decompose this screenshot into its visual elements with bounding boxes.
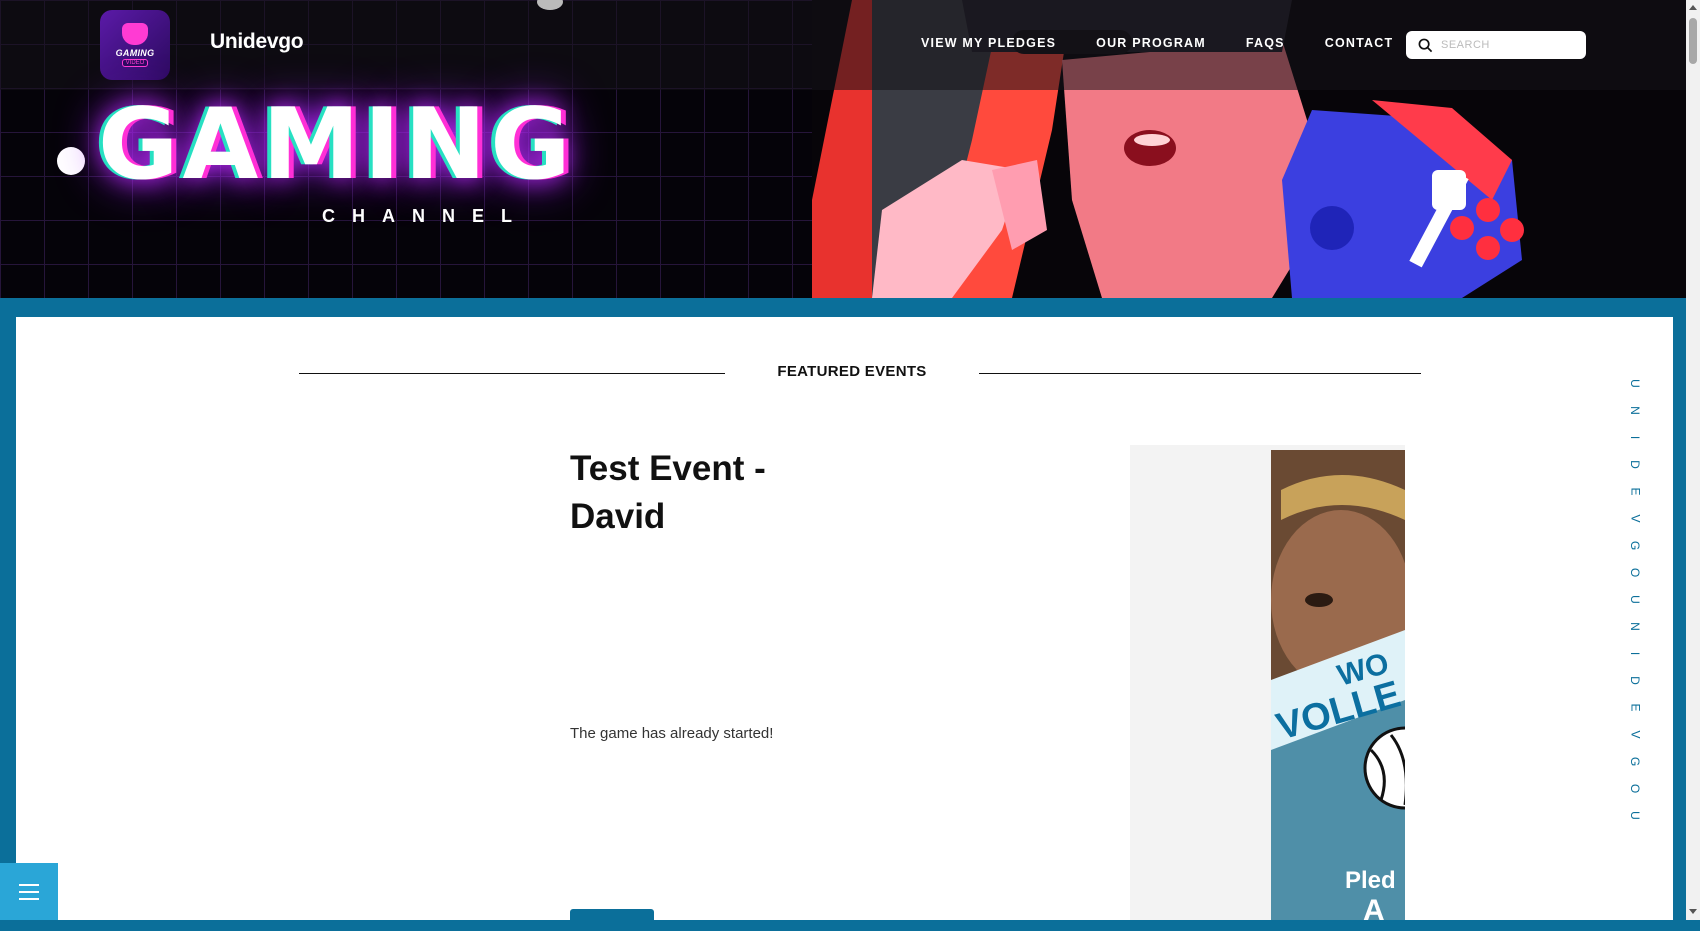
scroll-thumb[interactable] [1689, 18, 1697, 64]
decorative-dot [57, 147, 85, 175]
content-panel: FEATURED EVENTS Test Event - David The g… [16, 317, 1673, 931]
search-box[interactable] [1406, 31, 1586, 59]
hamburger-menu-button[interactable] [0, 863, 58, 920]
side-text-right: U N I D E V G O U N I D E V G O U [1628, 370, 1642, 829]
section-divider-right [979, 373, 1421, 374]
volleyball-promo-art: WO VOLLE Pled A [1271, 450, 1405, 920]
promo-text-3: Pled [1345, 867, 1396, 894]
hero-title: GAMING [98, 88, 575, 202]
search-input[interactable] [1441, 39, 1571, 51]
site-logo[interactable]: GAMING VIDEO [100, 10, 170, 80]
side-letter: E [1628, 703, 1643, 712]
nav-view-my-pledges[interactable]: VIEW MY PLEDGES [921, 36, 1056, 50]
side-letter: G [1628, 540, 1643, 551]
side-letter: N [1628, 622, 1643, 631]
side-letter: U [1628, 379, 1643, 388]
section-title: FEATURED EVENTS [777, 363, 927, 380]
side-letter: O [1628, 783, 1643, 794]
scroll-up-arrow-icon[interactable] [1689, 5, 1697, 10]
logo-mask-icon [122, 23, 148, 45]
brand-name[interactable]: Unidevgo [210, 30, 304, 54]
side-letter: O [1628, 567, 1643, 578]
event-title[interactable]: Test Event - David [570, 445, 830, 541]
side-letter: N [1628, 406, 1643, 415]
hamburger-menu-icon [19, 890, 39, 893]
logo-subtext: VIDEO [121, 59, 149, 67]
page-scrollbar[interactable] [1686, 0, 1700, 920]
side-letter: I [1628, 651, 1643, 656]
event-promo-image[interactable]: WO VOLLE Pled A [1271, 450, 1405, 920]
hamburger-menu-icon [19, 883, 39, 886]
hero-banner: GAMING VIDEO Unidevgo VIEW MY PLEDGES OU… [0, 0, 1686, 298]
section-divider-left [299, 373, 725, 374]
main-nav: VIEW MY PLEDGES OUR PROGRAM FAQS CONTACT [921, 36, 1393, 50]
nav-our-program[interactable]: OUR PROGRAM [1096, 36, 1206, 50]
side-letter: V [1628, 730, 1643, 739]
side-letter: U [1628, 811, 1643, 820]
nav-contact[interactable]: CONTACT [1325, 36, 1394, 50]
logo-text: GAMING [115, 48, 155, 58]
hamburger-menu-icon [19, 897, 39, 900]
side-letter: G [1628, 756, 1643, 767]
side-letter: D [1628, 460, 1643, 469]
event-status: The game has already started! [570, 725, 774, 742]
scroll-down-arrow-icon[interactable] [1689, 909, 1697, 914]
search-icon [1418, 38, 1433, 52]
side-letter: I [1628, 435, 1643, 440]
side-letter: E [1628, 487, 1643, 496]
event-action-button[interactable] [570, 909, 654, 931]
nav-faqs[interactable]: FAQS [1246, 36, 1285, 50]
side-letter: U [1628, 595, 1643, 604]
side-letter: V [1628, 514, 1643, 523]
promo-text-4: A [1363, 894, 1385, 920]
hero-subtitle: CHANNEL [322, 206, 529, 226]
side-letter: D [1628, 676, 1643, 685]
